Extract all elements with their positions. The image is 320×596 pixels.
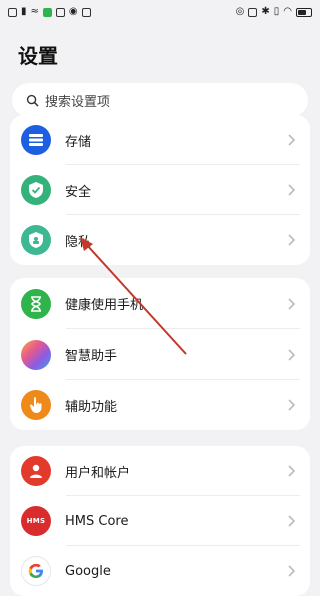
page-title: 设置 — [18, 44, 58, 68]
hms-core-icon: HMS — [21, 506, 51, 536]
chevron-right-icon — [288, 297, 296, 310]
settings-item-label: 健康使用手机 — [65, 298, 144, 313]
status-left-icons: ▮ ≈ ◉ — [8, 7, 91, 17]
vibration-icon: ▯ — [273, 6, 280, 17]
search-placeholder: 搜索设置项 — [45, 94, 111, 110]
chevron-right-icon — [288, 399, 296, 411]
settings-item-label: 智慧助手 — [65, 349, 118, 364]
chevron-right-icon — [288, 134, 296, 146]
location-icon: ◉ — [68, 6, 78, 17]
settings-item-smart-assistant[interactable]: 智慧助手 — [10, 329, 310, 380]
settings-item-accounts[interactable]: 用户和帐户 — [10, 446, 310, 496]
chevron-right-icon — [288, 234, 296, 246]
status-right-icons: ◎ ✱ ▯ ◠ — [236, 7, 312, 17]
settings-group-3: 用户和帐户 HMS HMS Core Google — [10, 446, 310, 596]
chevron-right-icon — [288, 465, 296, 477]
nfc-icon — [248, 7, 258, 17]
wechat-icon — [42, 7, 52, 17]
eye-icon: ◎ — [235, 6, 245, 17]
settings-item-label: Google — [65, 563, 111, 579]
hourglass-icon — [21, 288, 51, 319]
notification-icon — [8, 7, 17, 17]
settings-item-label: 隐私 — [65, 234, 92, 250]
settings-item-privacy[interactable]: 隐私 — [10, 215, 310, 265]
settings-item-label: HMS Core — [65, 513, 129, 529]
settings-group-2: 健康使用手机 智慧助手 辅助功能 — [10, 278, 310, 430]
google-icon — [21, 556, 51, 586]
settings-item-label: 安全 — [65, 184, 92, 200]
status-bar: ▮ ≈ ◉ ◎ ✱ ▯ ◠ — [0, 0, 320, 24]
user-icon — [21, 456, 51, 486]
settings-item-storage[interactable]: 存储 — [10, 115, 310, 165]
settings-item-accessibility[interactable]: 辅助功能 — [10, 380, 310, 430]
settings-item-security[interactable]: 安全 — [10, 165, 310, 215]
settings-item-google[interactable]: Google — [10, 546, 310, 596]
settings-item-label: 存储 — [65, 134, 92, 150]
download-icon — [81, 7, 91, 17]
app-icon — [55, 7, 65, 17]
settings-item-hms-core[interactable]: HMS HMS Core — [10, 496, 310, 546]
wifi-icon: ◠ — [283, 6, 292, 17]
hand-touch-icon — [21, 390, 51, 420]
settings-item-label: 用户和帐户 — [65, 465, 131, 481]
chevron-right-icon — [288, 565, 296, 577]
settings-item-digital-balance[interactable]: 健康使用手机 — [10, 278, 310, 329]
settings-item-label: 辅助功能 — [65, 399, 118, 415]
vibrate-icon: ≈ — [30, 6, 39, 17]
storage-icon — [21, 125, 51, 155]
assistant-orb-icon — [21, 339, 51, 370]
battery-icon — [296, 7, 312, 17]
chevron-right-icon — [288, 348, 296, 361]
chevron-right-icon — [288, 515, 296, 527]
settings-group-1: 存储 安全 隐私 — [10, 115, 310, 265]
bluetooth-icon: ✱ — [261, 6, 270, 17]
privacy-shield-icon — [21, 225, 51, 255]
shield-check-icon — [21, 175, 51, 205]
signal-icon: ▮ — [21, 6, 27, 17]
search-icon — [26, 94, 39, 106]
search-input[interactable]: 搜索设置项 — [12, 83, 308, 117]
chevron-right-icon — [288, 184, 296, 196]
